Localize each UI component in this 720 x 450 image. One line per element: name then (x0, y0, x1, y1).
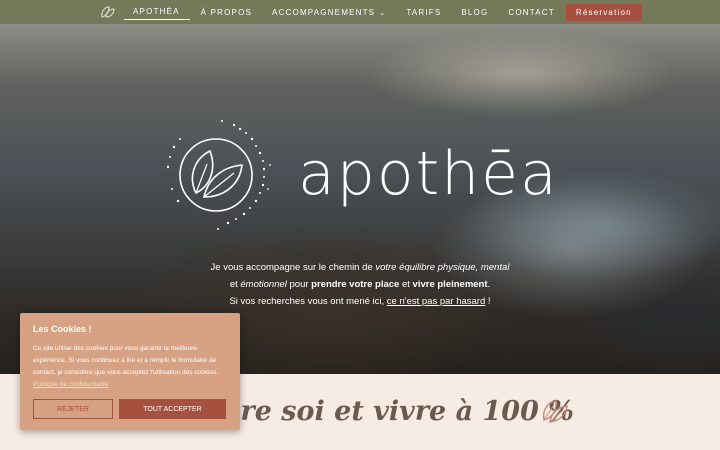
tagline-text: Si vos recherches vous ont mené ici, (229, 296, 387, 307)
tagline-line-1: Je vous accompagne sur le chemin de votr… (160, 259, 560, 276)
tagline-line-3: Si vos recherches vous ont mené ici, ce … (160, 293, 560, 310)
cookie-title: Les Cookies ! (33, 324, 92, 334)
tagline-emphasis: votre équilibre physique, mental (375, 262, 510, 273)
tagline-link[interactable]: ce n'est pas par hasard (387, 296, 485, 307)
tagline-line-2: et émotionnel pour prendre votre place e… (160, 276, 560, 293)
nav-item-accompagnements-label: Accompagnements (272, 7, 376, 17)
nav-item-apothea[interactable]: Apothéa (124, 7, 190, 20)
top-nav: Apothéa À propos Accompagnements ⌄ Tarifs… (0, 0, 720, 24)
nav-item-a-propos[interactable]: À propos (201, 8, 252, 17)
nav-item-contact[interactable]: Contact (508, 8, 554, 17)
accept-all-cookies-button[interactable]: TOUT ACCEPTER (119, 399, 226, 419)
nav-item-blog[interactable]: Blog (461, 8, 488, 17)
brand-wordmark: apothēa (298, 139, 559, 209)
section-headline: tre soi et vivre à 100 % (228, 396, 574, 427)
tagline-text: et (229, 279, 241, 290)
logo-leaf-mark (166, 120, 271, 230)
cookie-banner: Les Cookies ! Ce site utilise des cookie… (20, 313, 240, 430)
tagline-emphasis: émotionnel (240, 279, 287, 290)
reject-cookies-button[interactable]: REJETER (33, 399, 113, 419)
chevron-down-icon: ⌄ (379, 9, 387, 17)
brand-logo: apothēa (160, 119, 580, 239)
leaf-icon (542, 400, 568, 423)
nav-item-tarifs[interactable]: Tarifs (406, 8, 441, 17)
cookie-message: Ce site utilise des cookies pour vous ga… (33, 343, 229, 391)
nav-item-accompagnements[interactable]: Accompagnements ⌄ (272, 8, 386, 17)
tagline-bold: vivre pleinement (412, 279, 488, 290)
tagline-text: ! (485, 296, 491, 307)
hero-tagline: Je vous accompagne sur le chemin de votr… (160, 259, 560, 310)
reservation-button[interactable]: Réservation (565, 3, 642, 21)
tagline-text: et (399, 279, 413, 290)
tagline-text: Je vous accompagne sur le chemin de (210, 262, 376, 273)
tagline-bold: prendre votre place (311, 279, 400, 290)
leaf-icon[interactable] (100, 5, 116, 19)
tagline-text: . (487, 279, 491, 290)
cookie-text: Ce site utilise des cookies pour vous ga… (33, 345, 219, 376)
privacy-policy-link[interactable]: Politique de confidentialité (33, 381, 109, 388)
nav-menu: Apothéa À propos Accompagnements ⌄ Tarifs… (124, 0, 642, 24)
tagline-text: pour (286, 279, 312, 290)
